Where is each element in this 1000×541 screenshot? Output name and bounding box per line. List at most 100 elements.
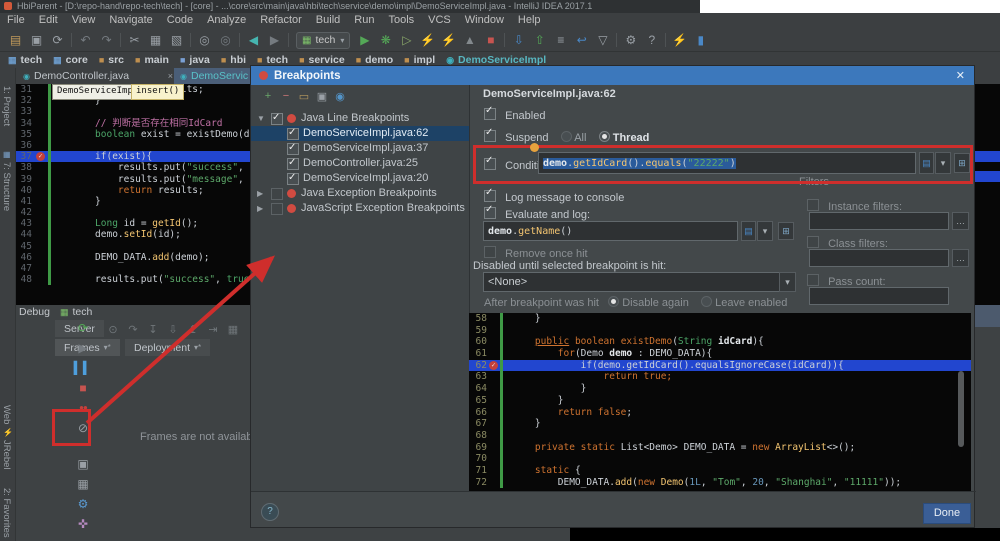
class-filters-checkbox[interactable] [807,236,819,248]
restore-layout-icon[interactable]: ▦ [223,323,243,336]
show-execution-point-icon[interactable]: ⊙ [103,323,123,336]
disabled-until-dropdown[interactable]: <None> [483,272,796,292]
step-out-icon[interactable]: ↥ [183,323,203,336]
breakpoint-icon[interactable]: ✓ [489,361,498,370]
suspend-checkbox[interactable] [484,130,496,142]
done-button[interactable]: Done [923,503,971,524]
vcs-update-icon[interactable]: ⇩ [508,33,529,47]
menu-edit[interactable]: Edit [32,13,65,27]
evaluate-checkbox[interactable] [484,207,496,219]
line-number[interactable]: 34 [15,118,32,129]
instance-filters-input[interactable] [809,212,949,230]
close-icon[interactable]: × [168,71,173,81]
chevron-right-icon[interactable]: ▶ [257,201,263,216]
suspend-thread-radio[interactable] [599,131,610,142]
leave-enabled-radio[interactable] [701,296,712,307]
class-filters-input[interactable] [809,249,949,267]
menu-navigate[interactable]: Navigate [102,13,159,27]
pass-count-checkbox[interactable] [807,274,819,286]
step-over-icon[interactable]: ↷ [123,323,143,336]
group-checkbox[interactable] [271,203,283,215]
resume-icon[interactable]: ▶ [78,339,87,359]
tree-breakpoint-row[interactable]: DemoServiceImpl.java:20 [251,171,469,186]
code-line[interactable]: 69 private static List<Demo> DEMO_DATA =… [469,442,971,454]
breadcrumb-main[interactable]: ■main [135,54,169,66]
code-line[interactable]: 67 } [469,418,971,430]
line-number[interactable]: 42 [15,207,32,218]
run-icon[interactable]: ▶ [354,33,375,47]
line-number[interactable]: 33 [15,106,32,117]
idea-icon[interactable]: ▮ [690,33,711,47]
menu-view[interactable]: View [65,13,103,27]
code-line[interactable]: 63 return true; [469,371,971,383]
enabled-checkbox-row[interactable]: Enabled [484,108,545,122]
breakpoint-checkbox[interactable] [287,173,299,185]
cut-icon[interactable]: ✂ [124,33,145,47]
vcs-rollback-icon[interactable]: ↩ [571,33,592,47]
line-number[interactable]: 39 [15,174,32,185]
line-number[interactable]: 37 [15,151,32,162]
run-to-cursor-icon[interactable]: ⇥ [203,323,223,336]
help-icon[interactable]: ? [641,33,662,47]
copy-icon[interactable]: ▦ [145,33,166,47]
line-number[interactable]: 41 [15,196,32,207]
settings-icon[interactable]: ⚙ [620,33,641,47]
pause-icon[interactable]: ▍▍ [74,359,92,379]
line-number[interactable]: 60 [471,336,487,348]
menu-build[interactable]: Build [309,13,347,27]
code-line[interactable]: 68 [469,430,971,442]
breakpoint-checkbox[interactable] [287,128,299,140]
code-line[interactable]: 72 DEMO_DATA.add(new Demo(1L, "Tom", 20,… [469,477,971,489]
tree-breakpoint-row[interactable]: DemoServiceImpl.java:37 [251,141,469,156]
code-line[interactable]: 61 for(Demo demo : DEMO_DATA){ [469,348,971,360]
dialog-title-bar[interactable]: Breakpoints [251,66,974,85]
menu-tools[interactable]: Tools [381,13,421,27]
stop-icon[interactable]: ■ [480,33,501,47]
stripe-web-button[interactable]: Web [1,405,12,424]
line-number[interactable]: 64 [471,383,487,395]
expand-editor-icon[interactable]: ▤ [741,221,756,241]
group-checkbox[interactable] [271,113,283,125]
move-to-group-icon[interactable]: ▣ [313,90,331,103]
tree-group-row[interactable]: ▶Java Exception Breakpoints [251,186,469,201]
code-line[interactable]: 62✓ if(demo.getIdCard().equalsIgnoreCase… [469,360,971,372]
menu-vcs[interactable]: VCS [421,13,458,27]
line-number[interactable]: 61 [471,348,487,360]
disable-again-radio[interactable] [608,296,619,307]
debug-tab-label[interactable]: Debug [19,306,50,318]
line-number[interactable]: 63 [471,371,487,383]
redo-icon[interactable]: ↷ [96,33,117,47]
rerun-icon[interactable]: ⚡ [438,33,459,47]
tree-group-row[interactable]: ▶JavaScript Exception Breakpoints [251,201,469,216]
instance-filters-checkbox[interactable] [807,199,819,211]
evaluate-input[interactable]: demo.getName() [483,221,738,241]
chevron-down-icon[interactable]: ▾ [779,272,796,292]
save-icon[interactable]: ▣ [26,33,47,47]
line-number[interactable]: 44 [15,229,32,240]
force-step-into-icon[interactable]: ⇩ [163,323,183,336]
debug-icon[interactable]: ❋ [375,33,396,47]
menu-refactor[interactable]: Refactor [253,13,309,27]
menu-window[interactable]: Window [458,13,511,27]
remove-breakpoint-icon[interactable]: − [277,90,295,103]
menu-run[interactable]: Run [347,13,381,27]
line-number[interactable]: 43 [15,218,32,229]
tab-deployment[interactable]: Deployment ▾* [125,339,210,356]
replace-icon[interactable]: ◎ [215,33,236,47]
step-into-icon[interactable]: ↧ [143,323,163,336]
line-number[interactable]: 67 [471,418,487,430]
stripe-structure-button[interactable]: 7: Structure [1,162,12,211]
layout-icon[interactable]: ▦ [77,475,88,495]
hotswap-icon[interactable]: ⚡ [417,33,438,47]
stripe-jrebel-button[interactable]: JRebel [1,440,12,470]
code-line[interactable]: 71 static { [469,465,971,477]
chevron-down-icon[interactable]: ▼ [257,111,265,126]
stripe-project-button[interactable]: 1: Project [1,86,12,126]
line-number[interactable]: 40 [15,185,32,196]
log-message-checkbox[interactable] [484,190,496,202]
chevron-right-icon[interactable]: ▶ [257,186,263,201]
code-line[interactable]: 60 public boolean existDemo(String idCar… [469,336,971,348]
code-line[interactable]: 66 return false; [469,407,971,419]
line-number[interactable]: 32 [15,95,32,106]
tree-breakpoint-row[interactable]: DemoController.java:25 [251,156,469,171]
